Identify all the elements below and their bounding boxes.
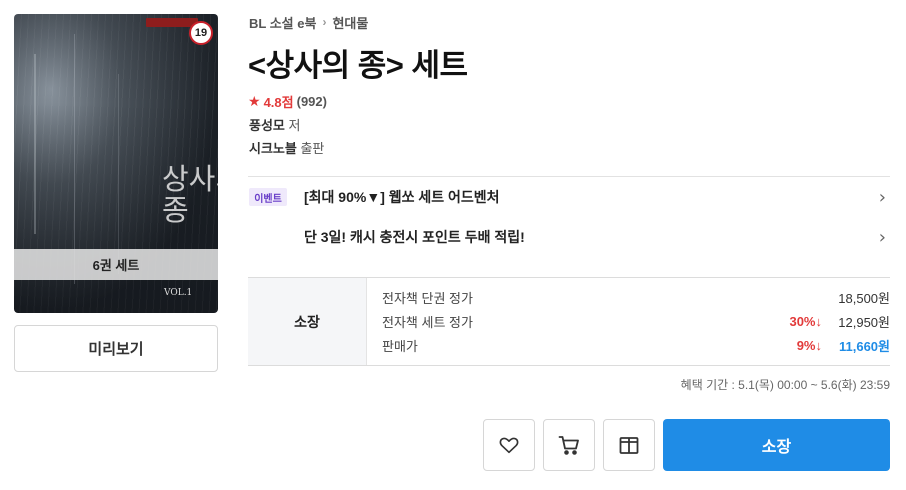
price-row-name: 판매가: [382, 338, 418, 354]
wishlist-button[interactable]: [483, 419, 535, 471]
rating[interactable]: ★ 4.8점 (992): [248, 92, 327, 110]
event-badge: 이벤트: [249, 188, 287, 206]
breadcrumb-subcategory[interactable]: 현대물: [332, 13, 368, 32]
author-name[interactable]: 풍성모: [249, 118, 285, 133]
chevron-right-icon: ›: [878, 186, 886, 208]
rating-score: 4.8점: [263, 94, 294, 110]
price-row-name: 전자책 세트 정가: [382, 314, 473, 330]
buy-button[interactable]: 소장: [663, 419, 890, 471]
breadcrumb: BL 소설 e북 › 현대물: [249, 12, 368, 32]
price-row-discount: 9%↓: [796, 337, 822, 353]
price-row-discount: 30%↓: [789, 313, 822, 329]
price-row-value: 18,500원: [838, 290, 890, 306]
event-item[interactable]: 이벤트 [최대 90%▼] 웹쏘 세트 어드벤처 ›: [248, 177, 890, 217]
cover-art-detail: [34, 54, 36, 234]
page-title: <상사의 종> 세트: [248, 48, 468, 83]
preview-button[interactable]: 미리보기: [14, 325, 218, 372]
price-row: 전자책 단권 정가 18,500원: [382, 286, 890, 308]
breadcrumb-category[interactable]: BL 소설 e북: [249, 13, 316, 32]
price-table: 소장 전자책 단권 정가 18,500원 전자책 세트 정가 30%↓ 12,9…: [248, 277, 890, 366]
cart-icon: [558, 436, 579, 455]
cover-art-detail: [118, 74, 119, 274]
event-list: 이벤트 [최대 90%▼] 웹쏘 세트 어드벤처 › 단 3일! 캐시 충전시 …: [248, 176, 890, 258]
gift-button[interactable]: [603, 419, 655, 471]
cover-title-art: 상사의 종: [162, 162, 218, 227]
event-item[interactable]: 단 3일! 캐시 충전시 포인트 두배 적립! ›: [248, 217, 890, 257]
rating-count: (992): [296, 93, 327, 109]
chevron-right-icon: ›: [322, 15, 327, 29]
event-text: 단 3일! 캐시 충전시 포인트 두배 적립!: [304, 229, 525, 245]
heart-icon: [499, 437, 519, 454]
author-suffix: 저: [288, 118, 301, 133]
age-19-badge: 19: [189, 21, 213, 45]
price-row: 판매가 9%↓ 11,660원: [382, 334, 890, 356]
benefit-period: 혜택 기간 : 5.1(목) 00:00 ~ 5.6(화) 23:59: [680, 378, 890, 392]
author-line: 풍성모 저: [249, 115, 300, 134]
price-row-value: 12,950원: [838, 314, 890, 330]
publisher-name[interactable]: 시크노블: [249, 141, 297, 156]
gift-icon: [619, 437, 639, 454]
price-row-name: 전자책 단권 정가: [382, 290, 473, 306]
star-icon: ★: [248, 92, 261, 109]
cart-button[interactable]: [543, 419, 595, 471]
price-row: 전자책 세트 정가 30%↓ 12,950원: [382, 310, 890, 332]
cover-art-detail: [74, 34, 75, 284]
event-text: [최대 90%▼] 웹쏘 세트 어드벤처: [304, 189, 500, 205]
publisher-line: 시크노블 출판: [249, 138, 324, 157]
publisher-suffix: 출판: [300, 141, 325, 156]
price-type-label: 소장: [248, 278, 367, 365]
cover-volume-art: VOL.1: [164, 288, 193, 298]
chevron-right-icon: ›: [878, 226, 886, 248]
set-count-label: 6권 세트: [14, 249, 218, 280]
sale-price-value: 11,660원: [838, 338, 890, 354]
